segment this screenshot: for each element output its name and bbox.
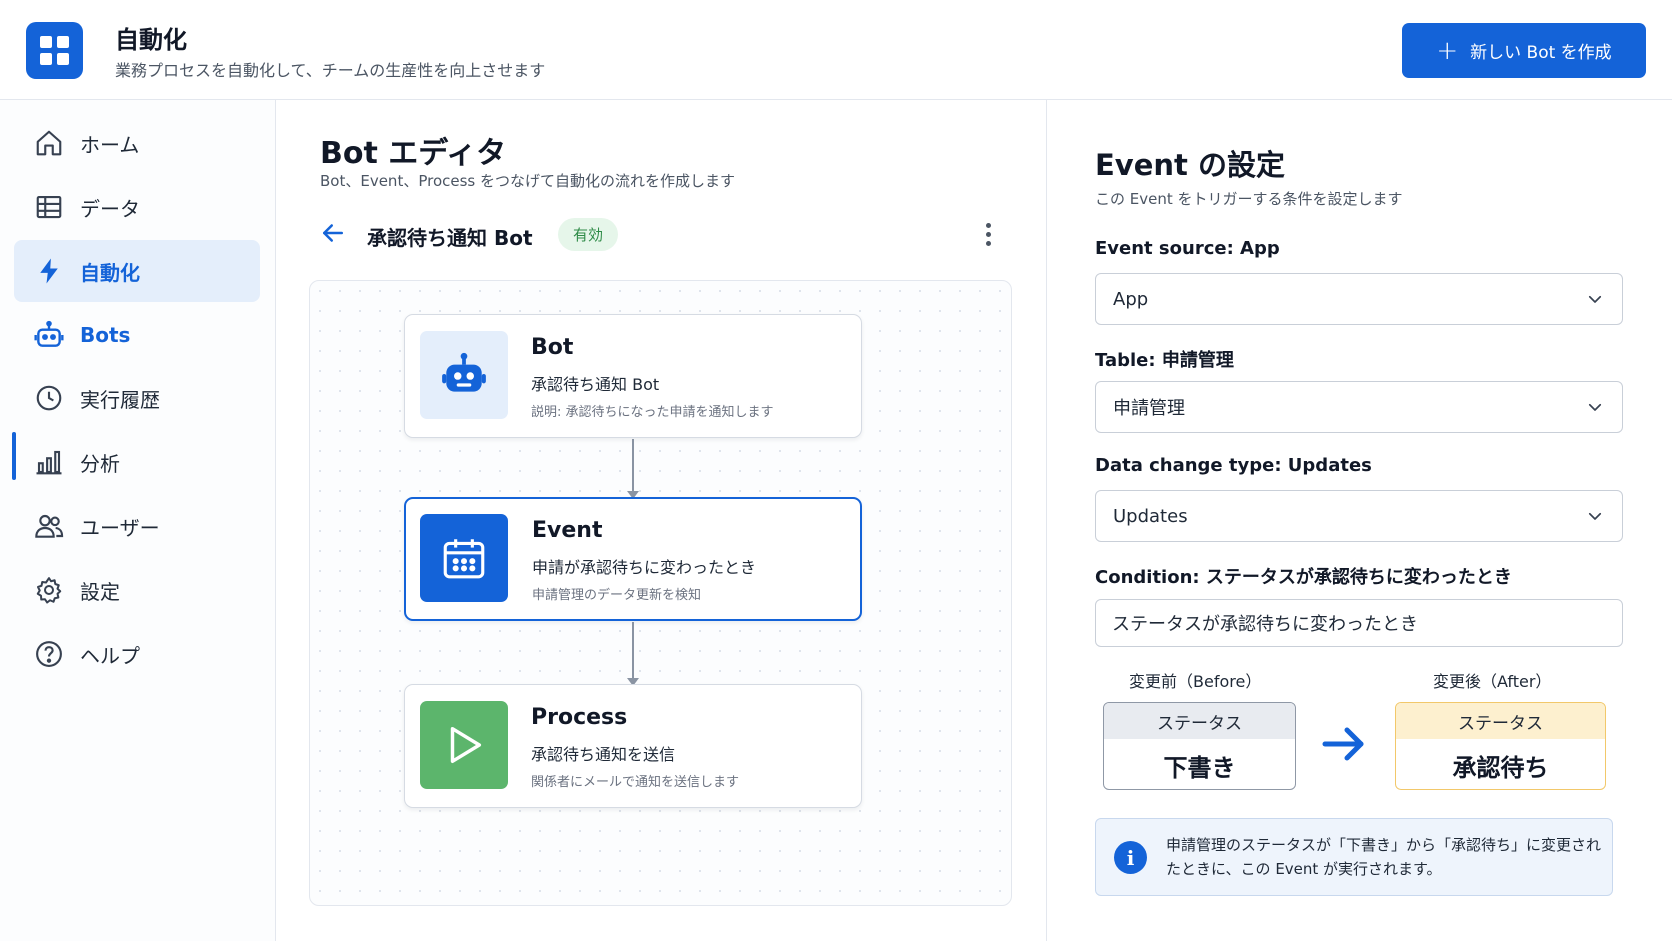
panel-subtitle: この Event をトリガーする条件を設定します [1095, 190, 1403, 208]
calendar-icon [420, 514, 508, 602]
chevron-down-icon [1588, 295, 1602, 303]
back-arrow-icon[interactable] [318, 218, 348, 248]
page-title: 自動化 [115, 26, 187, 54]
flow-node-process[interactable]: Process 承認待ち通知を送信 関係者にメールで通知を送信します [404, 684, 862, 808]
change-type-value: Updates [1113, 505, 1188, 527]
condition-input[interactable] [1095, 599, 1623, 647]
table-value: 申請管理 [1113, 398, 1185, 419]
node-description: 関係者にメールで通知を送信します [531, 775, 740, 790]
sidebar-item-label: ホーム [80, 132, 140, 157]
flow-node-bot[interactable]: Bot 承認待ち通知 Bot 説明: 承認待ちになった申請を通知します [404, 314, 862, 438]
event-source-value: App [1113, 288, 1149, 310]
table-icon [32, 190, 66, 224]
sidebar-item-home[interactable]: ホーム [14, 112, 260, 174]
sidebar-item-history[interactable]: 実行履歴 [14, 367, 260, 429]
sidebar-item-help[interactable]: ヘルプ [14, 623, 260, 685]
help-icon [32, 637, 66, 671]
sidebar: ホーム データ 自動化 Bots 実行履歴 分析 ユーザー 設定 ヘルプ [0, 100, 276, 941]
before-field-value: 下書き [1163, 753, 1236, 782]
event-source-select[interactable]: App [1095, 273, 1623, 325]
event-source-label: Event source: App [1095, 238, 1280, 259]
change-type-select[interactable]: Updates [1095, 490, 1623, 542]
bar-chart-icon [32, 445, 66, 479]
home-icon [32, 126, 66, 160]
robot-icon [32, 318, 66, 352]
clock-icon [32, 381, 66, 415]
sidebar-item-label: データ [80, 196, 140, 221]
node-title: Process [531, 705, 628, 730]
change-type-label: Data change type: Updates [1095, 455, 1372, 476]
sidebar-item-label: Bots [80, 323, 131, 347]
users-icon [32, 509, 66, 543]
lightning-icon [32, 254, 66, 288]
connector-arrow [627, 439, 639, 499]
event-settings-panel: Event の設定 この Event をトリガーする条件を設定します Event… [1047, 100, 1672, 941]
before-field-name: ステータス [1104, 703, 1295, 739]
node-title: Event [532, 518, 603, 543]
chevron-down-icon [1588, 403, 1602, 411]
app-header: 自動化 業務プロセスを自動化して、チームの生産性を向上させます + 新しい Bo… [0, 0, 1672, 100]
create-bot-button[interactable]: + 新しい Bot を作成 [1402, 23, 1646, 78]
info-icon: i [1114, 841, 1147, 874]
more-options-icon[interactable] [978, 218, 998, 250]
robot-icon [420, 331, 508, 419]
bot-editor: Bot エディタ Bot、Event、Process をつなげて自動化の流れを作… [276, 100, 1047, 941]
sidebar-item-label: 分析 [80, 451, 120, 476]
sidebar-item-data[interactable]: データ [14, 176, 260, 238]
arrow-right-icon [1322, 727, 1364, 761]
info-box: i 申請管理のステータスが「下書き」から「承認待ち」に変更されたときに、この E… [1095, 818, 1613, 896]
app-grid-icon[interactable] [26, 22, 83, 79]
node-description: 申請管理のデータ更新を検知 [532, 588, 702, 603]
condition-label: Condition: ステータスが承認待ちに変わったとき [1095, 567, 1512, 588]
flow-canvas: Bot 承認待ち通知 Bot 説明: 承認待ちになった申請を通知します Even… [309, 280, 1012, 906]
sidebar-item-label: 設定 [80, 579, 120, 604]
flow-node-event[interactable]: Event 申請が承認待ちに変わったとき 申請管理のデータ更新を検知 [404, 497, 862, 621]
table-label: Table: 申請管理 [1095, 350, 1234, 371]
sidebar-item-label: ユーザー [80, 515, 160, 540]
chevron-down-icon [1588, 512, 1602, 520]
editor-subtitle: Bot、Event、Process をつなげて自動化の流れを作成します [320, 172, 735, 190]
sidebar-item-bots[interactable]: Bots [14, 304, 260, 366]
panel-title: Event の設定 [1095, 148, 1285, 182]
before-heading: 変更前（Before） [1129, 672, 1262, 691]
plus-icon: + [1436, 35, 1459, 66]
create-bot-label: 新しい Bot を作成 [1470, 43, 1612, 63]
before-state-card: ステータス 下書き [1103, 702, 1296, 790]
after-state-card: ステータス 承認待ち [1395, 702, 1606, 790]
after-heading: 変更後（After） [1433, 672, 1552, 691]
node-name: 承認待ち通知を送信 [531, 745, 676, 764]
node-name: 申請が承認待ちに変わったとき [532, 558, 757, 577]
sidebar-item-analytics[interactable]: 分析 [14, 431, 260, 493]
after-field-name: ステータス [1396, 703, 1605, 739]
page-subtitle: 業務プロセスを自動化して、チームの生産性を向上させます [115, 61, 546, 80]
gear-icon [32, 573, 66, 607]
status-badge: 有効 [558, 218, 619, 251]
bot-name: 承認待ち通知 Bot [367, 226, 533, 250]
sidebar-item-settings[interactable]: 設定 [14, 559, 260, 621]
node-title: Bot [531, 335, 574, 360]
sidebar-item-users[interactable]: ユーザー [14, 495, 260, 557]
editor-title: Bot エディタ [320, 136, 507, 171]
node-name: 承認待ち通知 Bot [531, 375, 660, 394]
connector-arrow [627, 622, 639, 686]
table-select[interactable]: 申請管理 [1095, 381, 1623, 433]
node-description: 説明: 承認待ちになった申請を通知します [531, 405, 774, 420]
sidebar-item-label: ヘルプ [80, 643, 140, 668]
sidebar-item-label: 実行履歴 [80, 387, 160, 412]
after-field-value: 承認待ち [1452, 753, 1549, 782]
sidebar-item-label: 自動化 [80, 260, 140, 285]
play-icon [420, 701, 508, 789]
sidebar-item-automation[interactable]: 自動化 [14, 240, 260, 302]
info-text: 申請管理のステータスが「下書き」から「承認待ち」に変更されたときに、この Eve… [1166, 836, 1602, 878]
